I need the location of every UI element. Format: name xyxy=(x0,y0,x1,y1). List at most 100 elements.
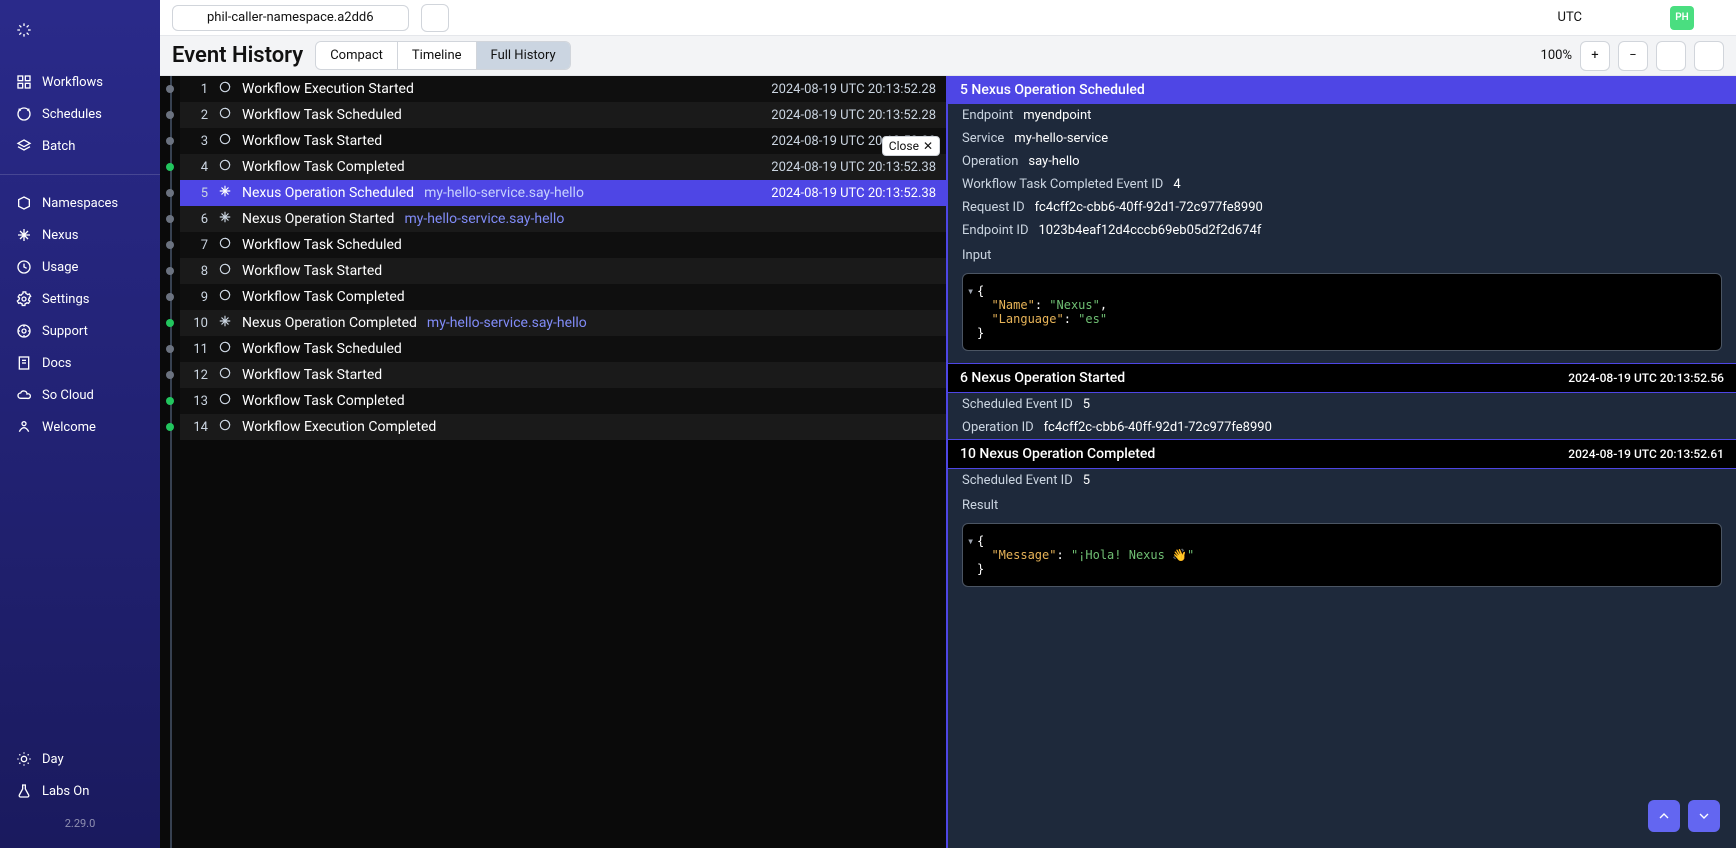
sidebar-item-support[interactable]: Support xyxy=(0,315,160,347)
subbar: Event History CompactTimelineFull Histor… xyxy=(160,36,1736,76)
sidebar-item-nexus[interactable]: Nexus xyxy=(0,219,160,251)
event-timestamp: 2024-08-19 UTC 20:13:52.38 xyxy=(771,186,936,201)
sidebar-item-label: Day xyxy=(42,752,64,767)
event-row[interactable]: 11Workflow Task Scheduled xyxy=(180,336,946,362)
sidebar-item-labs-on[interactable]: Labs On xyxy=(0,775,160,807)
sidebar-item-label: Docs xyxy=(42,356,71,371)
event-row[interactable]: 13Workflow Task Completed xyxy=(180,388,946,414)
event-row[interactable]: 1Workflow Execution Started2024-08-19 UT… xyxy=(180,76,946,102)
sidebar-item-so-cloud[interactable]: So Cloud xyxy=(0,379,160,411)
detail-header[interactable]: 5 Nexus Operation Scheduled xyxy=(948,76,1736,104)
result-code[interactable]: ▾{ "Message": "¡Hola! Nexus 👋" } xyxy=(962,523,1722,587)
timeline-dot xyxy=(166,293,174,301)
sidebar-item-welcome[interactable]: Welcome xyxy=(0,411,160,443)
zoom-in-button[interactable]: + xyxy=(1580,41,1610,71)
event-row[interactable]: 10Nexus Operation Completed my-hello-ser… xyxy=(180,310,946,336)
chevron-down-icon xyxy=(382,10,398,26)
event-row[interactable]: 14Workflow Execution Completed xyxy=(180,414,946,440)
external-link-button[interactable] xyxy=(421,4,449,32)
sidebar-item-label: Nexus xyxy=(42,228,79,243)
event-row[interactable]: 3Workflow Task Started2024-08-19 UTC 20:… xyxy=(180,128,946,154)
settings-icon xyxy=(16,291,32,307)
sidebar-item-workflows[interactable]: Workflows xyxy=(0,66,160,98)
sidebar-item-namespaces[interactable]: Namespaces xyxy=(0,187,160,219)
tab-timeline[interactable]: Timeline xyxy=(398,42,477,69)
sidebar-item-docs[interactable]: Docs xyxy=(0,347,160,379)
event-type-icon xyxy=(218,418,232,436)
event-label: Workflow Task Scheduled xyxy=(242,107,402,123)
timeline-dot xyxy=(166,267,174,275)
detail-title: 5 Nexus Operation Scheduled xyxy=(960,82,1145,98)
timeline-dot xyxy=(166,397,174,405)
event-type-icon xyxy=(218,366,232,384)
sidebar: WorkflowsSchedulesBatch Namespaces Nexus U… xyxy=(0,0,160,848)
namespace-selector[interactable]: phil-caller-namespace.a2dd6 xyxy=(172,5,409,31)
event-label: Nexus Operation Started xyxy=(242,211,394,227)
tab-full-history[interactable]: Full History xyxy=(477,42,570,69)
sidebar-item-settings[interactable]: Settings xyxy=(0,283,160,315)
input-code[interactable]: ▾{ "Name": "Nexus", "Language": "es" } xyxy=(962,273,1722,351)
sidebar-item-day[interactable]: Day xyxy=(0,743,160,775)
detail-key: Operation ID xyxy=(962,420,1034,435)
detail-key: Operation xyxy=(962,154,1018,169)
filter-button[interactable] xyxy=(1656,41,1686,71)
event-row[interactable]: 6Nexus Operation Started my-hello-servic… xyxy=(180,206,946,232)
download-button[interactable] xyxy=(1694,41,1724,71)
detail-kv: Servicemy-hello-service xyxy=(948,127,1736,150)
event-row[interactable]: 5Nexus Operation Scheduled my-hello-serv… xyxy=(180,180,946,206)
event-row[interactable]: 9Workflow Task Completed xyxy=(180,284,946,310)
event-label: Workflow Task Started xyxy=(242,133,382,149)
detail-title: 10 Nexus Operation Completed xyxy=(960,446,1155,462)
content: 1 Workflow Execution Started 2024-08-19 UT… xyxy=(160,76,1736,848)
zoom-out-button[interactable]: − xyxy=(1618,41,1648,71)
event-number: 5 xyxy=(184,186,208,201)
detail-header[interactable]: 10 Nexus Operation Completed 2024-08-19 U… xyxy=(948,439,1736,469)
tab-compact[interactable]: Compact xyxy=(316,42,398,69)
filter-icon xyxy=(1663,48,1679,64)
event-type-icon xyxy=(218,392,232,410)
timeline-dot xyxy=(166,163,174,171)
detail-header[interactable]: 6 Nexus Operation Started2024-08-19 UTC … xyxy=(948,363,1736,393)
sidebar-item-schedules[interactable]: Schedules xyxy=(0,98,160,130)
layout-button[interactable] xyxy=(1620,6,1652,30)
view-tabs: CompactTimelineFull History xyxy=(315,41,570,70)
event-label: Workflow Execution Completed xyxy=(242,419,436,435)
detail-kv: Scheduled Event ID5 xyxy=(948,393,1736,416)
sidebar-item-batch[interactable]: Batch xyxy=(0,130,160,162)
scroll-down-button[interactable] xyxy=(1688,800,1720,832)
timeline-dot xyxy=(166,371,174,379)
sidebar-item-label: Settings xyxy=(42,292,89,307)
event-label: Workflow Execution Started xyxy=(242,81,414,97)
event-service: my-hello-service.say-hello xyxy=(427,315,587,331)
detail-key: Workflow Task Completed Event ID xyxy=(962,177,1163,192)
timezone-selector[interactable]: UTC xyxy=(1530,6,1610,30)
event-type-icon xyxy=(218,106,232,124)
event-row[interactable]: 2Workflow Task Scheduled2024-08-19 UTC 2… xyxy=(180,102,946,128)
sidebar-item-label: Namespaces xyxy=(42,196,118,211)
sidebar-item-usage[interactable]: Usage xyxy=(0,251,160,283)
input-label: Input xyxy=(948,242,1736,269)
event-row[interactable]: 12Workflow Task Started xyxy=(180,362,946,388)
event-row[interactable]: 4Workflow Task Completed2024-08-19 UTC 2… xyxy=(180,154,946,180)
close-detail-button[interactable]: Close ✕ xyxy=(882,136,940,156)
event-number: 1 xyxy=(184,82,208,97)
detail-value: say-hello xyxy=(1028,154,1079,169)
event-number: 12 xyxy=(184,368,208,383)
event-row[interactable]: 7Workflow Task Scheduled xyxy=(180,232,946,258)
detail-value: myendpoint xyxy=(1023,108,1091,123)
collapse-toggle-icon[interactable]: ▾ xyxy=(967,284,974,298)
timezone-label: UTC xyxy=(1558,10,1582,25)
event-label: Workflow Task Started xyxy=(242,263,382,279)
event-row[interactable]: 8Workflow Task Started xyxy=(180,258,946,284)
event-label: Workflow Task Completed xyxy=(242,393,405,409)
sidebar-item-label: Support xyxy=(42,324,88,339)
collapse-toggle-icon[interactable]: ▾ xyxy=(967,534,974,548)
detail-kv: Endpointmyendpoint xyxy=(948,104,1736,127)
event-number: 10 xyxy=(184,316,208,331)
user-menu[interactable]: PH xyxy=(1662,2,1724,34)
detail-key: Request ID xyxy=(962,200,1025,215)
detail-timestamp: 2024-08-19 UTC 20:13:52.61 xyxy=(1568,447,1724,461)
scroll-up-button[interactable] xyxy=(1648,800,1680,832)
avatar: PH xyxy=(1670,6,1694,30)
logo[interactable] xyxy=(0,12,160,62)
